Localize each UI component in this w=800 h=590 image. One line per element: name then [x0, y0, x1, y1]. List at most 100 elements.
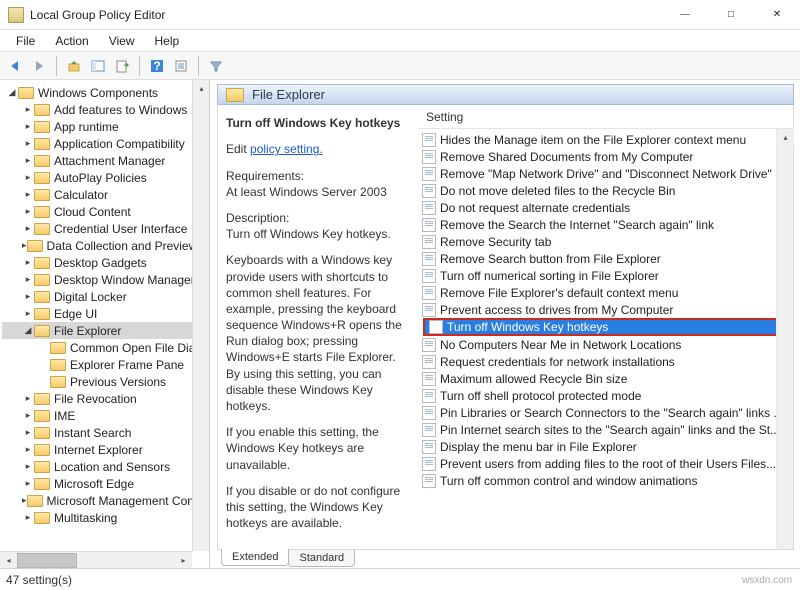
scroll-up-icon[interactable]: ▴: [777, 129, 794, 146]
setting-item-selected[interactable]: Turn off Windows Key hotkeys: [423, 318, 790, 336]
close-button[interactable]: ✕: [754, 0, 800, 30]
tree-item-selected[interactable]: ◢File Explorer: [2, 322, 209, 339]
setting-item[interactable]: Turn off numerical sorting in File Explo…: [422, 267, 789, 284]
menu-help[interactable]: Help: [145, 31, 190, 51]
setting-item[interactable]: Hides the Manage item on the File Explor…: [422, 131, 789, 148]
tree-child-item[interactable]: Previous Versions: [2, 373, 209, 390]
tree-item[interactable]: ▸Desktop Gadgets: [2, 254, 209, 271]
tree-root-label: Windows Components: [38, 86, 158, 100]
settings-list[interactable]: Hides the Manage item on the File Explor…: [418, 129, 793, 491]
show-hide-tree-button[interactable]: [87, 55, 109, 77]
tree-item[interactable]: ▸Desktop Window Manager: [2, 271, 209, 288]
toolbar-separator: [139, 56, 140, 76]
tree-item[interactable]: ▸Edge UI: [2, 305, 209, 322]
tree-item-label: Multitasking: [54, 511, 117, 525]
back-button[interactable]: [4, 55, 26, 77]
details-header: File Explorer: [217, 84, 794, 105]
forward-button[interactable]: [28, 55, 50, 77]
setting-label: Turn off Windows Key hotkeys: [447, 320, 608, 334]
tree-item-label: Data Collection and Preview Bu: [47, 239, 209, 253]
list-header-setting[interactable]: Setting: [418, 105, 793, 129]
tree-item[interactable]: ▸Microsoft Management Consol: [2, 492, 209, 509]
menu-action[interactable]: Action: [45, 31, 98, 51]
policy-icon: [422, 201, 436, 215]
folder-icon: [226, 88, 244, 102]
tree-item[interactable]: ▸Calculator: [2, 186, 209, 203]
tree-horizontal-scrollbar[interactable]: ◂ ▸: [0, 551, 192, 568]
policy-icon: [422, 286, 436, 300]
tree-item-label: Add features to Windows 10: [54, 103, 204, 117]
tree-item[interactable]: ▸Add features to Windows 10: [2, 101, 209, 118]
tree-child-item[interactable]: Common Open File Dialog: [2, 339, 209, 356]
status-count: 47 setting(s): [6, 573, 72, 587]
minimize-button[interactable]: —: [662, 0, 708, 30]
setting-item[interactable]: Remove Search button from File Explorer: [422, 250, 789, 267]
scroll-left-icon[interactable]: ◂: [0, 552, 17, 569]
tree-item[interactable]: ▸AutoPlay Policies: [2, 169, 209, 186]
description-value: Turn off Windows Key hotkeys.: [226, 227, 391, 241]
setting-item[interactable]: No Computers Near Me in Network Location…: [422, 336, 789, 353]
setting-item[interactable]: Remove Shared Documents from My Computer: [422, 148, 789, 165]
filter-button[interactable]: [205, 55, 227, 77]
tree-item[interactable]: ▸Attachment Manager: [2, 152, 209, 169]
tree-item[interactable]: ▸Internet Explorer: [2, 441, 209, 458]
description-panel: Turn off Windows Key hotkeys Edit policy…: [218, 105, 418, 549]
tree-item[interactable]: ▸Location and Sensors: [2, 458, 209, 475]
setting-item[interactable]: Remove File Explorer's default context m…: [422, 284, 789, 301]
setting-item[interactable]: Pin Internet search sites to the "Search…: [422, 421, 789, 438]
setting-item[interactable]: Maximum allowed Recycle Bin size: [422, 370, 789, 387]
tree-vertical-scrollbar[interactable]: ▴: [192, 80, 209, 551]
scroll-up-icon[interactable]: ▴: [193, 80, 210, 97]
policy-icon: [422, 235, 436, 249]
tree-view[interactable]: ◢Windows Components ▸Add features to Win…: [0, 80, 209, 544]
properties-button[interactable]: [170, 55, 192, 77]
list-vertical-scrollbar[interactable]: ▴: [776, 129, 793, 549]
setting-item[interactable]: Display the menu bar in File Explorer: [422, 438, 789, 455]
setting-label: Remove "Map Network Drive" and "Disconne…: [440, 167, 772, 181]
setting-item[interactable]: Request credentials for network installa…: [422, 353, 789, 370]
tree-child-item[interactable]: Explorer Frame Pane: [2, 356, 209, 373]
setting-item[interactable]: Do not request alternate credentials: [422, 199, 789, 216]
menu-view[interactable]: View: [99, 31, 145, 51]
tree-item[interactable]: ▸Credential User Interface: [2, 220, 209, 237]
tree-item[interactable]: ▸Digital Locker: [2, 288, 209, 305]
watermark: wsxdn.com: [742, 575, 792, 586]
tree-item[interactable]: ▸Application Compatibility: [2, 135, 209, 152]
menu-bar: File Action View Help: [0, 30, 800, 52]
setting-item[interactable]: Remove Security tab: [422, 233, 789, 250]
setting-item[interactable]: Remove "Map Network Drive" and "Disconne…: [422, 165, 789, 182]
setting-item[interactable]: Do not move deleted files to the Recycle…: [422, 182, 789, 199]
export-list-button[interactable]: [111, 55, 133, 77]
tree-item[interactable]: ▸File Revocation: [2, 390, 209, 407]
scroll-thumb[interactable]: [17, 553, 77, 568]
policy-icon: [422, 150, 436, 164]
tab-standard[interactable]: Standard: [288, 550, 355, 567]
setting-item[interactable]: Remove the Search the Internet "Search a…: [422, 216, 789, 233]
setting-label: Maximum allowed Recycle Bin size: [440, 372, 627, 386]
setting-item[interactable]: Turn off common control and window anima…: [422, 472, 789, 489]
maximize-button[interactable]: □: [708, 0, 754, 30]
description-label: Description:: [226, 211, 289, 225]
setting-item[interactable]: Prevent users from adding files to the r…: [422, 455, 789, 472]
policy-icon: [422, 338, 436, 352]
tree-item[interactable]: ▸Multitasking: [2, 509, 209, 526]
setting-item[interactable]: Pin Libraries or Search Connectors to th…: [422, 404, 789, 421]
policy-icon: [422, 423, 436, 437]
toolbar-separator: [56, 56, 57, 76]
tree-root[interactable]: ◢Windows Components: [2, 84, 209, 101]
tree-item[interactable]: ▸IME: [2, 407, 209, 424]
help-button[interactable]: ?: [146, 55, 168, 77]
tree-item[interactable]: ▸Microsoft Edge: [2, 475, 209, 492]
setting-item[interactable]: Prevent access to drives from My Compute…: [422, 301, 789, 318]
tree-item[interactable]: ▸App runtime: [2, 118, 209, 135]
up-button[interactable]: [63, 55, 85, 77]
setting-item[interactable]: Turn off shell protocol protected mode: [422, 387, 789, 404]
tree-item[interactable]: ▸Data Collection and Preview Bu: [2, 237, 209, 254]
tree-item[interactable]: ▸Instant Search: [2, 424, 209, 441]
policy-icon: [429, 320, 443, 334]
policy-setting-link[interactable]: policy setting.: [250, 142, 323, 156]
scroll-right-icon[interactable]: ▸: [175, 552, 192, 569]
tab-extended[interactable]: Extended: [221, 549, 289, 566]
tree-item[interactable]: ▸Cloud Content: [2, 203, 209, 220]
menu-file[interactable]: File: [6, 31, 45, 51]
